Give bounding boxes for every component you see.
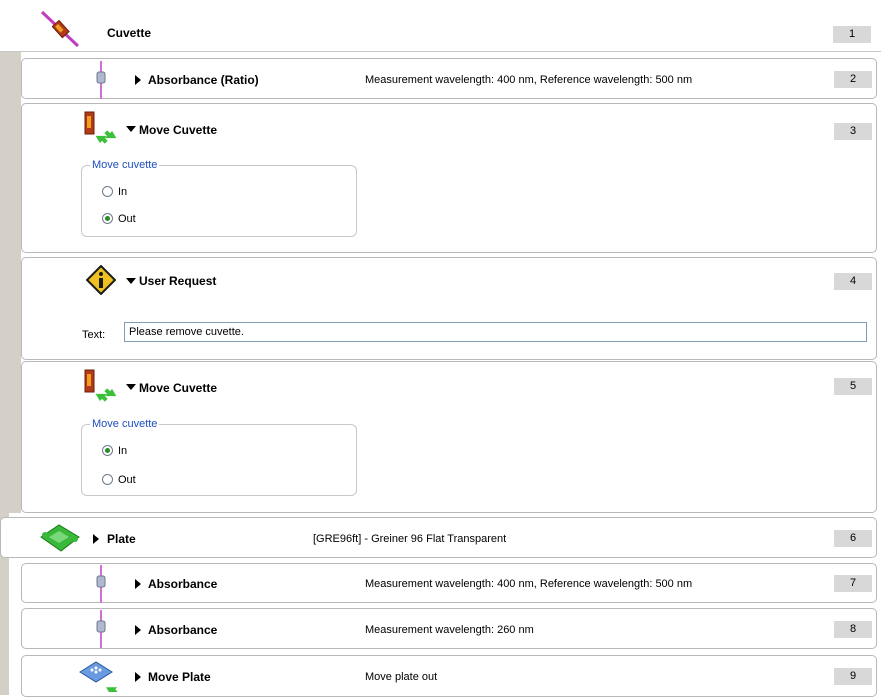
text-field-label: Text: [82, 329, 106, 341]
expand-arrow[interactable] [135, 625, 141, 635]
radio-out[interactable] [102, 213, 113, 224]
step-number: 3 [834, 123, 872, 140]
step-number: 2 [834, 71, 872, 88]
move-cuvette-icon [84, 369, 117, 402]
step-description: Measurement wavelength: 260 nm [365, 624, 534, 636]
request-text-input[interactable] [124, 322, 867, 342]
plate-icon [40, 524, 80, 552]
cuvette-icon [40, 10, 80, 48]
collapse-arrow[interactable] [126, 278, 136, 284]
radio-out-label: Out [118, 213, 136, 225]
step-number: 8 [834, 621, 872, 638]
step-row-absorbance-ratio[interactable]: Absorbance (Ratio) Measurement wavelengt… [21, 58, 877, 99]
step-title: Move Cuvette [139, 381, 218, 395]
radio-out[interactable] [102, 474, 113, 485]
step-row-plate[interactable]: Plate [GRE96ft] - Greiner 96 Flat Transp… [0, 517, 877, 558]
expand-arrow[interactable] [93, 534, 99, 544]
collapse-arrow[interactable] [126, 384, 136, 390]
step-number: 4 [834, 273, 872, 290]
absorbance-probe-icon [96, 61, 106, 99]
expand-arrow[interactable] [135, 579, 141, 589]
expand-arrow[interactable] [135, 672, 141, 682]
step-title: Move Plate [148, 670, 211, 684]
step-row-user-request[interactable]: User Request 4 Text: [21, 257, 877, 360]
step-description: Measurement wavelength: 400 nm, Referenc… [365, 578, 693, 590]
move-cuvette-icon [84, 111, 117, 144]
step-number: 9 [834, 668, 872, 685]
move-plate-icon [79, 661, 119, 692]
step-number: 5 [834, 378, 872, 395]
step-title: Absorbance [148, 577, 218, 591]
step-row-move-plate[interactable]: Move Plate Move plate out 9 [21, 655, 877, 697]
absorbance-probe-icon [96, 610, 106, 648]
step-number: 1 [833, 26, 871, 43]
step-row-absorbance[interactable]: Absorbance Measurement wavelength: 400 n… [21, 563, 877, 603]
collapse-arrow[interactable] [126, 126, 136, 132]
absorbance-probe-icon [96, 565, 106, 603]
step-row-cuvette[interactable]: Cuvette 1 [0, 0, 881, 52]
step-title: Move Cuvette [139, 123, 218, 137]
outline-gutter [0, 52, 9, 695]
step-description: [GRE96ft] - Greiner 96 Flat Transparent [313, 533, 507, 545]
step-row-move-cuvette[interactable]: Move Cuvette 3 Move cuvette In Out [21, 103, 877, 253]
step-title: User Request [139, 274, 217, 288]
step-number: 7 [834, 575, 872, 592]
outline-gutter-inner [9, 52, 21, 513]
step-number: 6 [834, 530, 872, 547]
radio-in-label: In [118, 186, 128, 198]
step-row-move-cuvette[interactable]: Move Cuvette 5 Move cuvette In Out [21, 361, 877, 513]
radio-out-label: Out [118, 474, 136, 486]
step-description: Measurement wavelength: 400 nm, Referenc… [365, 74, 693, 86]
step-row-absorbance[interactable]: Absorbance Measurement wavelength: 260 n… [21, 608, 877, 649]
move-cuvette-group: Move cuvette In Out [81, 418, 357, 496]
move-cuvette-group: Move cuvette In Out [81, 159, 357, 237]
info-warning-icon [86, 265, 116, 295]
step-title: Absorbance [148, 623, 218, 637]
expand-arrow[interactable] [135, 75, 141, 85]
group-legend: Move cuvette [90, 418, 160, 430]
step-title: Cuvette [107, 26, 152, 40]
radio-in-label: In [118, 445, 128, 457]
radio-in[interactable] [102, 186, 113, 197]
radio-in[interactable] [102, 445, 113, 456]
group-legend: Move cuvette [90, 159, 160, 171]
step-title: Plate [107, 532, 136, 546]
step-title: Absorbance (Ratio) [148, 73, 259, 87]
step-description: Move plate out [365, 671, 438, 683]
